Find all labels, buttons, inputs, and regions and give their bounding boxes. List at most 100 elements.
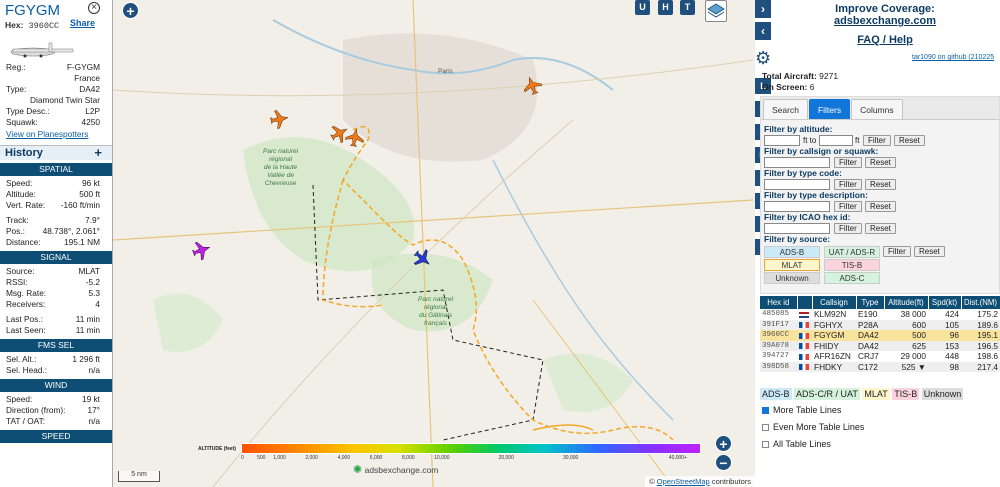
source-filter-button[interactable]: Filter xyxy=(883,246,911,257)
detail-label: Squawk: xyxy=(6,117,38,127)
tab-columns[interactable]: Columns xyxy=(851,99,903,119)
plus-icon[interactable]: + xyxy=(94,146,102,160)
source-legend: ADS-B ADS-C/R / UAT MLAT TIS-B Unknown xyxy=(760,388,964,400)
hex-value: 3960CC xyxy=(28,21,60,31)
map-button-h[interactable]: H xyxy=(658,0,673,15)
table-row[interactable]: 391F17 FGHYX P28A 600 105 189.6 xyxy=(760,319,1000,330)
callsign-filter-button[interactable]: Filter xyxy=(834,157,862,168)
type-desc-filter-button[interactable]: Filter xyxy=(834,201,862,212)
fms-row: Sel. Alt.: 1 296 ft xyxy=(0,354,112,365)
cell-hex: 39A078 xyxy=(760,340,797,351)
column-header[interactable]: Type xyxy=(856,296,885,309)
planespotters-link[interactable]: View on Planespotters xyxy=(0,128,112,140)
altitude-tick: 0 xyxy=(241,455,244,461)
type-code-input[interactable] xyxy=(764,179,830,190)
cell-flag xyxy=(797,330,812,341)
map-view[interactable]: Paris Parc naturel régional de la Haute … xyxy=(113,0,755,487)
zoom-in-button[interactable]: + xyxy=(122,2,139,19)
detail-row: Squawk: 4250 xyxy=(0,117,112,128)
tab-filters[interactable]: Filters xyxy=(808,99,851,119)
layers-button[interactable] xyxy=(705,0,727,22)
type-code-filter-button[interactable]: Filter xyxy=(834,179,862,190)
signal-value: 5.3 xyxy=(88,288,100,298)
total-aircraft-row: Total Aircraft: 9271 xyxy=(762,71,838,82)
source-tisb[interactable]: TIS-B xyxy=(824,259,880,271)
altitude-min-input[interactable] xyxy=(764,135,800,146)
share-link[interactable]: Share xyxy=(70,18,95,28)
map-button-t[interactable]: T xyxy=(680,0,695,15)
section-speed-title: SPEED xyxy=(0,430,112,443)
table-row[interactable]: 398D58 FHDKY C172 525 ▼ 98 217.4 xyxy=(760,361,1000,372)
source-adsc[interactable]: ADS-C xyxy=(824,272,880,284)
cell-speed: 98 xyxy=(928,361,961,372)
aircraft-photo[interactable] xyxy=(5,40,107,62)
altitude-max-input[interactable] xyxy=(819,135,853,146)
icao-filter-button[interactable]: Filter xyxy=(834,223,862,234)
settings-gear-icon[interactable]: ⚙ xyxy=(755,48,771,68)
column-header[interactable]: Spd(kt) xyxy=(928,296,962,309)
signal-label: Source: xyxy=(6,266,35,276)
aircraft-marker-icon[interactable] xyxy=(190,239,212,262)
icao-reset-button[interactable]: Reset xyxy=(865,223,896,234)
callsign-input[interactable] xyxy=(764,157,830,168)
close-icon[interactable]: × xyxy=(88,2,100,14)
faq-help-link[interactable]: FAQ / Help xyxy=(785,34,985,46)
column-header[interactable] xyxy=(797,296,813,309)
adsbexchange-app: FGYGM × Hex: 3960CC Share Reg.: F-GYGM Fra… xyxy=(0,0,1000,487)
callsign-reset-button[interactable]: Reset xyxy=(865,157,896,168)
type-code-reset-button[interactable]: Reset xyxy=(865,179,896,190)
map-button-u[interactable]: U xyxy=(635,0,650,15)
checkbox-icon[interactable] xyxy=(762,441,769,449)
option-more-lines[interactable]: More Table Lines xyxy=(762,405,841,415)
type-desc-input[interactable] xyxy=(764,201,830,212)
option-all-lines[interactable]: All Table Lines xyxy=(762,439,831,449)
collapse-right-icon[interactable]: › xyxy=(755,0,771,18)
zoom-out-button[interactable]: − xyxy=(715,454,732,471)
column-header[interactable]: Altitude(ft) xyxy=(884,296,929,309)
tab-search[interactable]: Search xyxy=(763,99,808,119)
aircraft-details: Reg.: F-GYGM France Type: DA42 Diamond Twin S… xyxy=(0,62,112,128)
cell-distance: 195.1 xyxy=(961,330,1000,341)
table-row[interactable]: 39A078 FHIDY DA42 625 153 196.5 xyxy=(760,340,1000,351)
source-unknown[interactable]: Unknown xyxy=(764,272,820,284)
signal-label: RSSI: xyxy=(6,277,28,287)
source-uat-adsr[interactable]: UAT / ADS-R xyxy=(824,246,880,258)
table-row[interactable]: 3960CC FGYGM DA42 500 96 195.1 xyxy=(760,330,1000,341)
source-reset-button[interactable]: Reset xyxy=(914,246,945,257)
table-row[interactable]: 394727 AFR16ZN CRJ7 29 000 448 198.6 xyxy=(760,351,1000,362)
improve-coverage-link[interactable]: adsbexchange.com xyxy=(785,15,985,27)
column-header[interactable]: Dist.(NM) xyxy=(961,296,1000,309)
detail-value: F-GYGM xyxy=(66,62,100,72)
on-screen-label: On Screen: xyxy=(762,82,808,92)
wind-label: TAT / OAT: xyxy=(6,416,46,426)
github-link[interactable]: tar1090 on github (210225 xyxy=(912,54,994,61)
improve-coverage-title: Improve Coverage: xyxy=(835,3,935,15)
altitude-tick: 10,000 xyxy=(434,455,450,461)
aircraft-marker-icon[interactable] xyxy=(270,109,290,130)
cell-callsign: AFR16ZN xyxy=(812,351,856,362)
aircraft-marker-icon[interactable] xyxy=(328,121,352,145)
checkbox-checked-icon[interactable] xyxy=(762,407,769,415)
cell-hex: 3960CC xyxy=(760,330,797,341)
signal-label: Receivers: xyxy=(6,299,46,309)
zoom-in-button-bottom[interactable]: + xyxy=(715,435,732,452)
openstreetmap-link[interactable]: OpenStreetMap xyxy=(657,477,710,486)
altitude-reset-button[interactable]: Reset xyxy=(894,135,925,146)
source-mlat[interactable]: MLAT xyxy=(764,259,820,271)
back-left-icon[interactable]: ‹ xyxy=(755,22,771,40)
cell-type: DA42 xyxy=(856,340,884,351)
column-header[interactable]: Callsign xyxy=(812,296,857,309)
option-even-more-lines[interactable]: Even More Table Lines xyxy=(762,422,864,432)
cell-flag xyxy=(797,319,812,330)
icao-input[interactable] xyxy=(764,223,830,234)
history-header[interactable]: History + xyxy=(0,145,112,160)
source-adsb[interactable]: ADS-B xyxy=(764,246,820,258)
checkbox-icon[interactable] xyxy=(762,424,769,432)
table-row[interactable]: 485085 KLM92N E190 38 000 424 175.2 xyxy=(760,309,1000,320)
column-header[interactable]: Hex id xyxy=(760,296,798,309)
type-desc-reset-button[interactable]: Reset xyxy=(865,201,896,212)
spatial-row: Vert. Rate: -160 ft/min xyxy=(0,200,112,211)
altitude-filter-button[interactable]: Filter xyxy=(863,135,891,146)
cell-hex: 485085 xyxy=(760,309,797,320)
spatial-value: 195.1 NM xyxy=(64,237,100,247)
